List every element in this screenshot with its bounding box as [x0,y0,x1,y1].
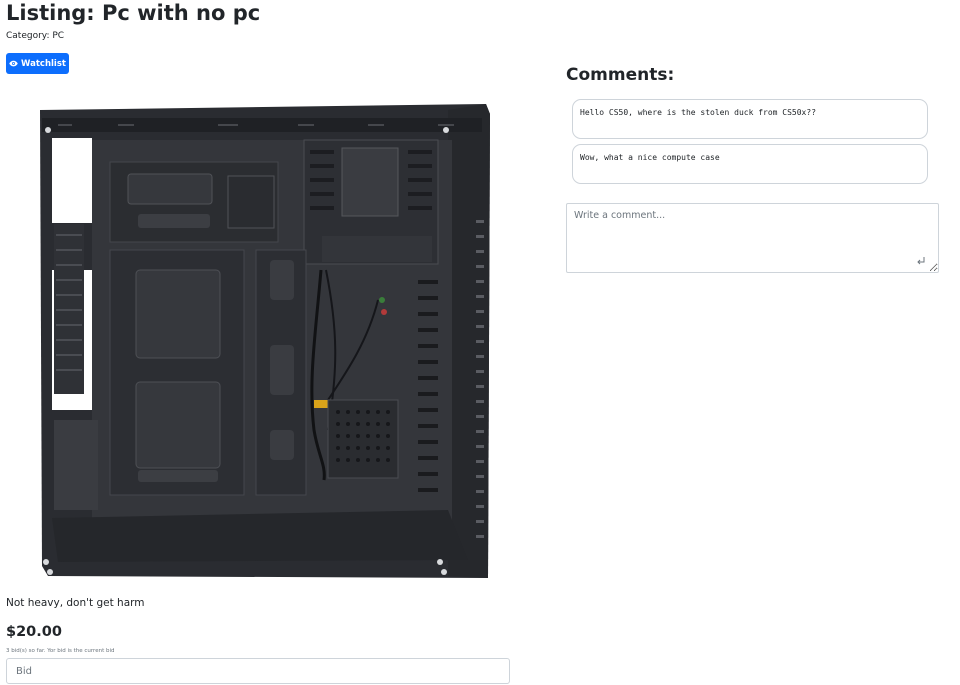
watchlist-button[interactable]: Watchlist [6,53,69,74]
bid-input[interactable] [6,658,510,684]
listing-description: Not heavy, don't get harm [6,597,145,609]
eye-icon [9,59,18,68]
category-label: Category: PC [6,31,65,41]
listing-page: Listing: Pc with no pc Category: PC Watc… [0,0,960,685]
product-image [40,104,490,578]
bid-info-text: 3 bid(s) so far. Yor bid is the current … [6,648,115,654]
listing-price: $20.00 [6,624,62,640]
comments-heading: Comments: [566,65,675,85]
comment-item: Wow, what a nice compute case [572,144,928,184]
comment-item: Hello CS50, where is the stolen duck fro… [572,99,928,139]
comment-input[interactable] [566,203,939,273]
page-title: Listing: Pc with no pc [6,1,261,25]
watchlist-button-label: Watchlist [21,58,66,69]
enter-return-icon[interactable] [916,256,926,266]
